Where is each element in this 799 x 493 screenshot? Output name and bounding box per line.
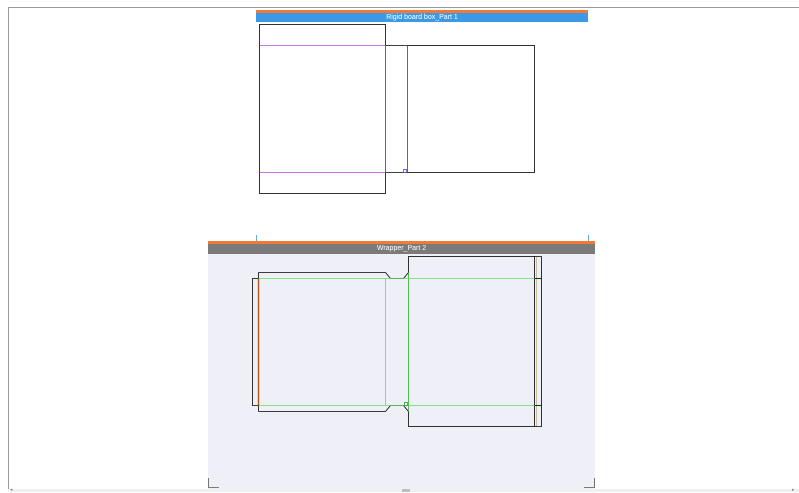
part2-dieline[interactable] <box>252 256 542 427</box>
part2-corner-bottom-left <box>208 478 219 488</box>
part1-right-panel[interactable] <box>407 45 535 173</box>
part2-anchor-handle[interactable] <box>404 402 408 406</box>
part1-anchor-handle[interactable] <box>403 169 407 173</box>
part2-corner-bottom-right <box>584 478 595 488</box>
part1-dieline[interactable] <box>259 24 535 194</box>
scroll-left-icon[interactable]: ◂ <box>10 488 15 493</box>
part2-left-panel-cut[interactable] <box>258 272 409 279</box>
scroll-right-icon[interactable]: ▸ <box>792 488 797 493</box>
part2-left-panel-cut-bottom <box>258 405 409 412</box>
part2-right-panel[interactable] <box>408 256 535 427</box>
part2-left-flap[interactable] <box>252 278 259 406</box>
dieline-drawing[interactable] <box>0 0 799 492</box>
part2-right-flap[interactable] <box>534 256 542 427</box>
part1-left-panel[interactable] <box>259 24 386 194</box>
